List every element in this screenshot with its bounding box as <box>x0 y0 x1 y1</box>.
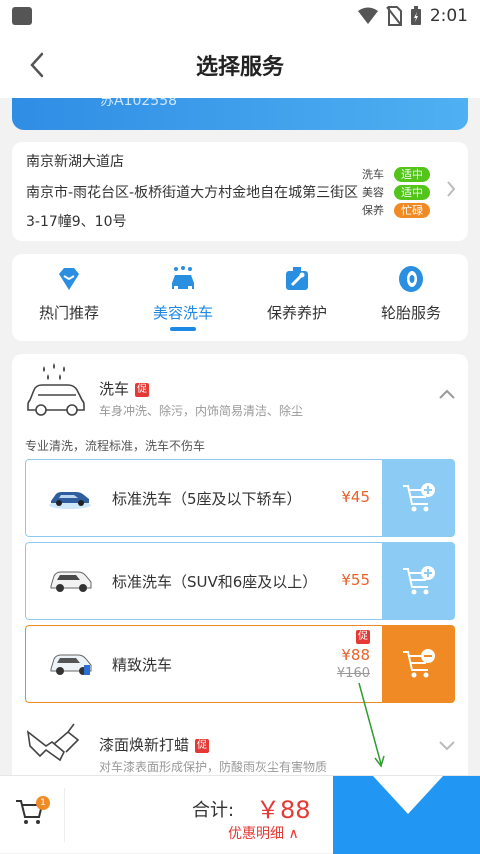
chevron-left-icon <box>30 52 44 78</box>
tire-icon <box>399 266 423 292</box>
car-wash-icon <box>172 266 194 289</box>
category-tabs: 热门推荐 美容洗车 保养养护 轮胎服务 <box>12 254 468 341</box>
total-value: ￥88 <box>256 796 311 824</box>
vehicle-card[interactable]: 苏A102558 <box>12 98 468 130</box>
submit-decoration <box>373 776 443 814</box>
service-list: 洗车促 车身冲洗、除污，内饰简易清洁、除尘 专业清洗，流程标准，洗车不伤车 标准… <box>12 354 468 784</box>
store-card[interactable]: 南京新湖大道店 南京市-雨花台区-板桥街道大方村金地自在城第三街区3-17幢9、… <box>12 142 468 241</box>
tab-label: 保养养护 <box>266 304 327 322</box>
tab-label: 热门推荐 <box>38 304 99 322</box>
service-note: 专业清洗，流程标准，洗车不伤车 <box>25 439 206 453</box>
submit-button[interactable] <box>333 776 480 854</box>
plate-number: 苏A102558 <box>100 98 178 109</box>
battery-icon <box>410 6 421 25</box>
no-sim-icon <box>386 6 402 26</box>
spray-gun-icon <box>26 723 80 762</box>
service-title-text: 洗车 <box>99 380 130 398</box>
tab-label: 美容洗车 <box>152 304 213 322</box>
store-address: 南京市-雨花台区-板桥街道大方村金地自在城第三街区3-17幢9、10号 <box>26 185 359 230</box>
service-title-text: 漆面焕新打蜡 <box>99 736 190 754</box>
notification-icon <box>12 7 32 25</box>
tab-beauty-wash[interactable]: 美容洗车 <box>126 254 240 341</box>
tab-maintenance[interactable]: 保养养护 <box>240 254 354 341</box>
status-row-wash: 洗车 适中 <box>362 165 430 183</box>
status-icons: 2:01 <box>357 6 468 26</box>
package-item-selected[interactable]: 精致洗车 促 ¥88 ¥160 <box>25 625 455 703</box>
active-tab-indicator <box>170 327 196 331</box>
service-description: 对车漆表面形成保护，防酸雨灰尘有害物质 <box>99 760 328 774</box>
add-to-cart-button[interactable] <box>382 459 455 537</box>
package-original-price: ¥160 <box>336 666 370 681</box>
cart-add-icon <box>402 483 435 512</box>
add-to-cart-button[interactable] <box>382 542 455 620</box>
car-image <box>50 654 92 675</box>
car-image <box>50 571 92 592</box>
package-body[interactable]: 标准洗车（SUV和6座及以上） ¥55 <box>25 542 382 620</box>
car-image <box>49 492 91 509</box>
page-title: 选择服务 <box>195 55 284 80</box>
wifi-icon <box>357 7 378 24</box>
status-row-maintenance: 保养 忙碌 <box>362 201 430 219</box>
status-label: 保养 <box>362 204 384 217</box>
tab-hot[interactable]: 热门推荐 <box>12 254 126 341</box>
status-badge: 适中 <box>394 166 430 182</box>
car-wash-outline-icon <box>27 363 85 416</box>
package-item[interactable]: 标准洗车（SUV和6座及以上） ¥55 <box>25 542 455 620</box>
total-label: 合计: <box>192 800 235 821</box>
package-item[interactable]: 标准洗车（5座及以下轿车） ¥45 <box>25 459 455 537</box>
diamond-icon <box>59 268 79 290</box>
store-status-list: 洗车 适中 美容 适中 保养 忙碌 <box>362 165 430 219</box>
discount-details-link[interactable]: 优惠明细 ∧ <box>228 823 299 843</box>
promo-badge: 促 <box>356 630 370 644</box>
service-group-wash[interactable]: 洗车促 车身冲洗、除污，内饰简易清洁、除尘 <box>12 354 468 434</box>
cart-add-icon <box>402 566 435 595</box>
status-badge: 适中 <box>394 184 430 200</box>
status-time: 2:01 <box>429 6 468 26</box>
tab-tire[interactable]: 轮胎服务 <box>354 254 468 341</box>
store-name: 南京新湖大道店 <box>26 154 124 170</box>
service-title: 洗车促 <box>99 378 150 399</box>
service-title: 漆面焕新打蜡促 <box>99 734 210 755</box>
back-button[interactable] <box>20 48 54 82</box>
bottom-bar: 1 合计: ￥88 优惠明细 ∧ <box>0 775 480 854</box>
package-name: 标准洗车（SUV和6座及以上） <box>112 573 318 591</box>
service-description: 车身冲洗、除污，内饰简易清洁、除尘 <box>99 404 304 418</box>
status-label: 美容 <box>362 186 384 199</box>
remove-from-cart-button[interactable] <box>382 625 455 703</box>
package-name: 精致洗车 <box>112 656 173 674</box>
promo-badge: 促 <box>135 383 150 397</box>
status-bar: 2:01 <box>0 0 480 32</box>
status-row-beauty: 美容 适中 <box>362 183 430 201</box>
package-price: ¥55 <box>341 571 370 589</box>
divider <box>64 788 65 842</box>
nav-bar: 选择服务 <box>0 32 480 98</box>
promo-badge: 促 <box>195 739 210 753</box>
chevron-right-icon <box>447 181 456 197</box>
package-price: ¥45 <box>341 488 370 506</box>
chevron-up-icon[interactable] <box>438 388 456 400</box>
package-price: ¥88 <box>341 646 370 664</box>
chevron-down-icon[interactable] <box>438 740 456 752</box>
cart-count-badge: 1 <box>36 796 50 810</box>
status-label: 洗车 <box>362 168 384 181</box>
package-name: 标准洗车（5座及以下轿车） <box>112 490 302 508</box>
maintenance-icon <box>286 267 308 290</box>
package-body[interactable]: 标准洗车（5座及以下轿车） ¥45 <box>25 459 382 537</box>
service-group-paint[interactable]: 漆面焕新打蜡促 对车漆表面形成保护，防酸雨灰尘有害物质 <box>12 714 468 784</box>
package-body[interactable]: 精致洗车 促 ¥88 ¥160 <box>25 625 382 703</box>
tab-label: 轮胎服务 <box>380 304 441 322</box>
cart-remove-icon <box>402 649 435 678</box>
status-badge: 忙碌 <box>394 202 430 218</box>
